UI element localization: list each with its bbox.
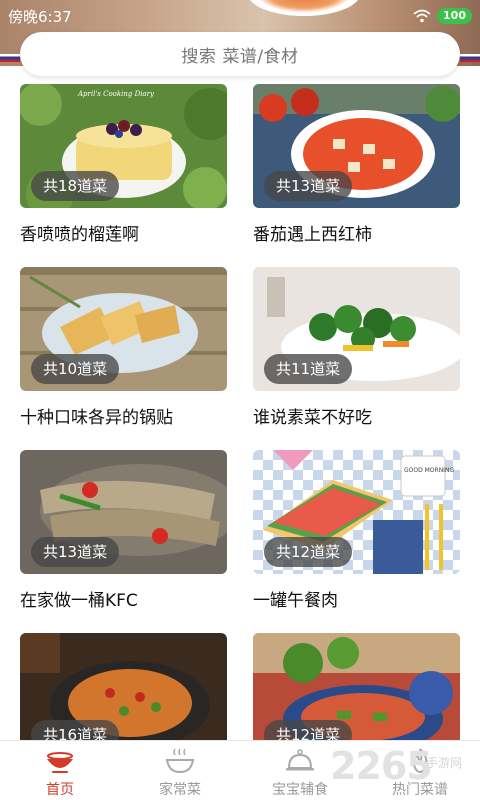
recipe-card[interactable]: 共10道菜 十种口味各异的锅贴 xyxy=(20,267,227,435)
nav-tab-home-cooking-label: 家常菜 xyxy=(159,782,201,798)
recipe-card-image: 共13道菜 xyxy=(253,84,460,208)
recipe-card-title: 在家做一桶KFC xyxy=(20,591,138,611)
recipe-card-image: GOOD MORNING 共12道菜 xyxy=(253,450,460,574)
flag-decoration-right xyxy=(460,54,480,62)
recipe-card-title: 谁说素菜不好吃 xyxy=(253,408,372,428)
mug-caption: GOOD MORNING xyxy=(404,467,454,474)
wifi-icon xyxy=(413,9,431,23)
recipe-card-title: 香喷喷的榴莲啊 xyxy=(20,225,139,245)
recipe-card-image: 共16道菜 xyxy=(20,633,227,757)
recipe-card-image: 共11道菜 xyxy=(253,267,460,391)
recipe-card-image: April's Cooking Diary 共18道菜 xyxy=(20,84,227,208)
nav-tab-home-cooking[interactable]: 家常菜 xyxy=(120,741,240,800)
recipe-card-title: 一罐午餐肉 xyxy=(253,591,338,611)
recipe-card-title: 番茄遇上西红柿 xyxy=(253,225,372,245)
search-bar[interactable]: 搜索 菜谱/食材 xyxy=(20,32,460,76)
bowl-icon xyxy=(165,748,195,774)
recipe-card-title: 十种口味各异的锅贴 xyxy=(20,408,173,428)
cloche-icon xyxy=(286,749,314,771)
site-watermark: 2265 手游网 xyxy=(330,742,480,800)
watermark-number: 2265 xyxy=(330,744,433,788)
dish-count-badge: 共13道菜 xyxy=(264,171,353,201)
app-root: 傍晚6:37 100 搜索 菜谱/食材 April's Cooking Diar… xyxy=(0,0,480,800)
dish-count-badge: 共12道菜 xyxy=(264,537,353,567)
recipe-card[interactable]: 共11道菜 谁说素菜不好吃 xyxy=(253,267,460,435)
search-placeholder: 搜索 菜谱/食材 xyxy=(181,46,299,67)
dish-count-badge: 共11道菜 xyxy=(264,354,353,384)
recipe-card[interactable]: 共13道菜 番茄遇上西红柿 xyxy=(253,84,460,252)
recipe-card-image: 共10道菜 xyxy=(20,267,227,391)
status-bar: 傍晚6:37 100 xyxy=(0,0,480,30)
watermark-suffix: 手游网 xyxy=(426,756,463,770)
nav-tab-home-label: 首页 xyxy=(46,782,74,798)
recipe-card-image: 共12道菜 xyxy=(253,633,460,757)
battery-indicator: 100 xyxy=(437,8,472,24)
pot-icon xyxy=(47,752,73,773)
cake-caption: April's Cooking Diary xyxy=(77,90,155,98)
status-time: 傍晚6:37 xyxy=(8,8,72,26)
flag-decoration-left xyxy=(0,54,20,62)
recipe-card[interactable]: April's Cooking Diary 共18道菜 香喷喷的榴莲啊 xyxy=(20,84,227,252)
recipe-card[interactable]: GOOD MORNING 共12道菜 一罐午餐肉 xyxy=(253,450,460,618)
dish-count-badge: 共13道菜 xyxy=(31,537,120,567)
recipe-card[interactable]: 共13道菜 在家做一桶KFC xyxy=(20,450,227,618)
nav-tab-home[interactable]: 首页 xyxy=(0,741,120,800)
dish-count-badge: 共10道菜 xyxy=(31,354,120,384)
recipe-card-image: 共13道菜 xyxy=(20,450,227,574)
dish-count-badge: 共18道菜 xyxy=(31,171,120,201)
status-icons: 100 xyxy=(413,7,472,25)
